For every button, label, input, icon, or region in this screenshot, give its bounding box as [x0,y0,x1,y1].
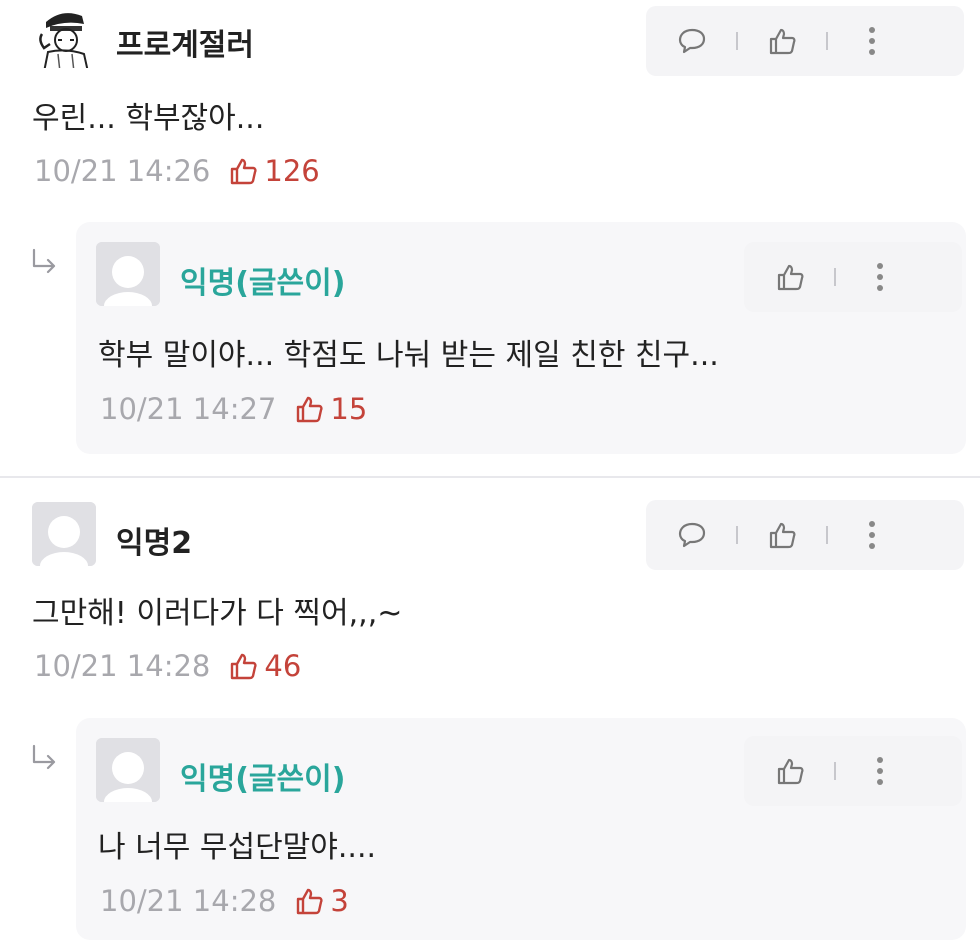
comment-meta: 10/21 14:26 126 [34,154,320,188]
like-count: 15 [294,392,367,426]
reply-content: 학부 말이야... 학점도 나눠 받는 제일 친한 친구... [98,338,719,373]
comment-icon [678,28,706,54]
reply-button[interactable] [666,15,718,67]
thumbs-up-icon [231,158,257,185]
reply-actions [744,242,962,312]
thumbs-up-icon [231,653,257,680]
more-button[interactable] [854,745,906,797]
comment-actions [646,500,964,570]
thumbs-up-icon [777,758,804,785]
more-button[interactable] [854,251,906,303]
like-button[interactable] [756,509,808,561]
reply-item: 익명(글쓴이) 학부 말이야... 학점도 나눠 받는 제일 친한 친구... … [76,222,966,454]
thumbs-up-icon [297,396,323,423]
like-count-value: 3 [330,884,349,918]
reply-meta: 10/21 14:28 3 [100,884,349,918]
divider [834,762,836,780]
divider [826,526,828,544]
reply-content: 나 너무 무섭단말야.... [98,830,377,865]
reply-author[interactable]: 익명(글쓴이) [180,258,345,302]
more-vertical-icon [877,757,883,785]
thumbs-up-icon [777,264,804,291]
comment-author[interactable]: 익명2 [116,518,192,562]
comment-meta: 10/21 14:28 46 [34,649,301,683]
like-count-value: 46 [264,649,302,683]
more-vertical-icon [877,263,883,291]
divider [736,526,738,544]
default-avatar[interactable] [32,502,96,566]
default-avatar[interactable] [96,242,160,306]
like-count: 46 [228,649,301,683]
reply-arrow-icon [32,744,56,770]
reply-arrow-icon [32,248,56,274]
thumbs-up-icon [769,28,796,55]
more-button[interactable] [846,509,898,561]
divider [834,268,836,286]
reply-author[interactable]: 익명(글쓴이) [180,754,345,798]
like-count: 3 [294,884,349,918]
thumbs-up-icon [297,888,323,915]
police-officer-avatar[interactable] [32,4,96,68]
comment-time: 10/21 14:26 [34,154,211,188]
reply-item: 익명(글쓴이) 나 너무 무섭단말야.... 10/21 14:28 3 [76,718,966,940]
reply-actions [744,736,962,806]
like-button[interactable] [764,745,816,797]
reply-meta: 10/21 14:27 15 [100,392,367,426]
reply-time: 10/21 14:28 [100,884,277,918]
reply-button[interactable] [666,509,718,561]
more-vertical-icon [869,521,875,549]
like-count-value: 126 [264,154,320,188]
like-count: 126 [228,154,320,188]
thumbs-up-icon [769,522,796,549]
divider [826,32,828,50]
like-count-value: 15 [330,392,368,426]
default-avatar[interactable] [96,738,160,802]
comment-divider [0,476,980,478]
more-button[interactable] [846,15,898,67]
comment-icon [678,522,706,548]
reply-time: 10/21 14:27 [100,392,277,426]
more-vertical-icon [869,27,875,55]
comment-author[interactable]: 프로계절러 [116,20,254,64]
comment-content: 우린... 학부잖아... [32,101,265,136]
like-button[interactable] [756,15,808,67]
divider [736,32,738,50]
comment-time: 10/21 14:28 [34,649,211,683]
comment-content: 그만해! 이러다가 다 찍어,,,~ [32,596,403,631]
like-button[interactable] [764,251,816,303]
comment-actions [646,6,964,76]
